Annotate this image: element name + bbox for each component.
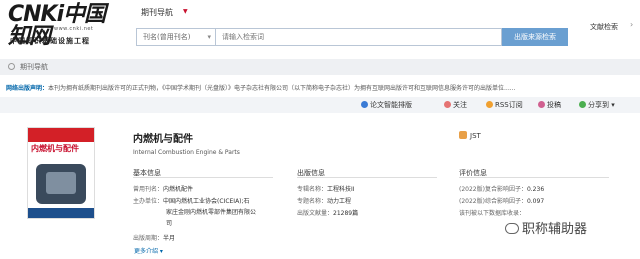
count-row: 出版文献量：21289篇 bbox=[297, 210, 359, 217]
nav-caret-icon[interactable]: ▼ bbox=[183, 8, 188, 15]
search-input[interactable] bbox=[216, 28, 502, 46]
more-info-link[interactable]: 更多介绍 ▾ bbox=[134, 246, 163, 255]
chevron-right-icon[interactable]: › bbox=[630, 20, 633, 29]
sponsor-row: 主办单位：中国内燃机工业协会(CICEIA);石 bbox=[133, 198, 250, 205]
divider bbox=[459, 177, 609, 178]
cover-header-band bbox=[28, 128, 94, 142]
notice-label: 网络出版声明： bbox=[6, 85, 49, 92]
divider bbox=[133, 177, 273, 178]
topic-row: 专题名称：动力工程 bbox=[297, 198, 352, 205]
literature-search-link[interactable]: 文献检索 bbox=[590, 22, 618, 32]
former-name-row: 曾用刊名：内燃机配件 bbox=[133, 186, 194, 193]
search-field-value: 刊名(曾用刊名) bbox=[143, 33, 191, 41]
rss-button[interactable]: RSS订阅 bbox=[486, 100, 523, 110]
jst-icon bbox=[459, 131, 467, 139]
sponsor-row-cont: 家庄金刚内燃机零部件集团有限公 bbox=[166, 209, 257, 216]
watermark: 职称辅助器 bbox=[505, 218, 587, 237]
engine-illustration-detail bbox=[46, 172, 76, 194]
cnki-logo[interactable]: CNKi中国知网 www.cnki.net 中国知识基础设施工程 bbox=[8, 4, 116, 48]
submit-button[interactable]: 投稿 bbox=[538, 100, 561, 110]
jst-badge[interactable]: JST bbox=[459, 131, 481, 140]
journal-title: 内燃机与配件 bbox=[133, 134, 193, 145]
sponsor-row-cont: 司 bbox=[166, 220, 173, 227]
breadcrumb: 期刊导航 bbox=[0, 59, 640, 75]
share-icon bbox=[579, 101, 586, 108]
action-bar: 论文智能排版 关注 RSS订阅 投稿 分享到 ▾ bbox=[0, 97, 640, 113]
journal-english-title: Internal Combustion Engine & Parts bbox=[133, 149, 240, 156]
composite-factor-row: (2022版)复合影响因子：0.236 bbox=[459, 186, 545, 193]
follow-button[interactable]: 关注 bbox=[444, 100, 467, 110]
subject-row: 专辑名称：工程科技II bbox=[297, 186, 355, 193]
smart-layout-button[interactable]: 论文智能排版 bbox=[361, 100, 412, 110]
submit-icon bbox=[538, 101, 545, 108]
cycle-row: 出版周期：半月 bbox=[133, 235, 176, 242]
source-search-button[interactable]: 出版来源检索 bbox=[502, 28, 568, 46]
header: CNKi中国知网 www.cnki.net 中国知识基础设施工程 期刊导航 ▼ … bbox=[0, 0, 640, 56]
notice-text: 本刊为拥有纸质期刊出版许可的正式刊物，《中国学术期刊（光盘版）》电子杂志社有限公… bbox=[48, 85, 516, 92]
cover-title: 内燃机与配件 bbox=[31, 144, 79, 153]
cover-footer-band bbox=[28, 208, 94, 218]
logo-url: www.cnki.net bbox=[54, 26, 94, 32]
general-factor-row: (2022版)综合影响因子：0.097 bbox=[459, 198, 545, 205]
divider bbox=[297, 177, 437, 178]
search-field-select[interactable]: 刊名(曾用刊名) ▾ bbox=[136, 28, 216, 46]
location-icon bbox=[8, 63, 15, 70]
logo-subtitle: 中国知识基础设施工程 bbox=[10, 37, 90, 45]
indexed-databases-row: 该刊被以下数据库收录： bbox=[459, 210, 526, 217]
rss-icon bbox=[486, 101, 493, 108]
journal-cover-image: 内燃机与配件 bbox=[27, 127, 95, 219]
heart-icon bbox=[444, 101, 451, 108]
chevron-down-icon: ▾ bbox=[207, 33, 211, 41]
layout-icon bbox=[361, 101, 368, 108]
breadcrumb-item[interactable]: 期刊导航 bbox=[20, 62, 48, 72]
wechat-icon bbox=[505, 223, 519, 234]
share-button[interactable]: 分享到 ▾ bbox=[579, 100, 615, 110]
journal-navigation-title[interactable]: 期刊导航 bbox=[141, 7, 173, 18]
publication-notice: 网络出版声明：本刊为拥有纸质期刊出版许可的正式刊物，《中国学术期刊（光盘版）》电… bbox=[6, 83, 515, 92]
